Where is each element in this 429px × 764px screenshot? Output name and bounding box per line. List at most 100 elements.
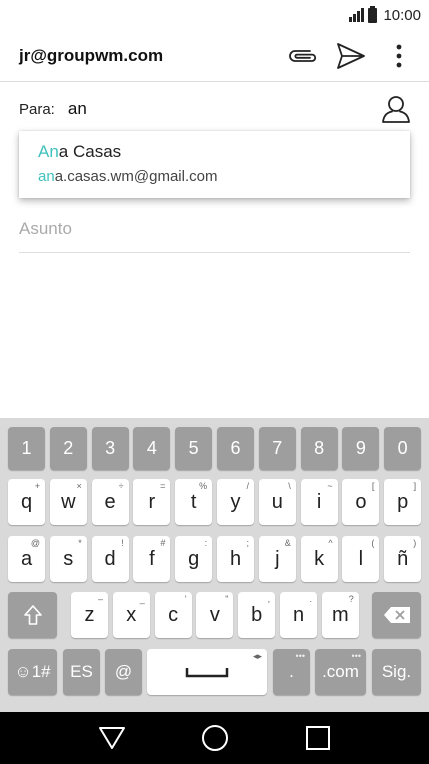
letter-key[interactable]: # f — [133, 536, 171, 582]
recents-button[interactable] — [298, 718, 338, 758]
letter-key[interactable]: ~ i — [300, 479, 338, 525]
key-hint: [ — [371, 481, 375, 491]
key-hint: ' — [184, 594, 187, 604]
number-key[interactable]: 7 — [258, 427, 296, 470]
number-key[interactable]: 8 — [300, 427, 338, 470]
key-hint: ? — [348, 594, 354, 604]
letter-key[interactable]: (l — [342, 536, 380, 582]
battery-icon — [368, 5, 378, 23]
app-actions — [281, 34, 421, 78]
letter-key[interactable]: ÷ e — [91, 479, 129, 525]
keyboard: ☺1# ES @ ◂▸ ••• . ••• .com Sig. 12345678… — [0, 418, 429, 712]
number-key[interactable]: 6 — [217, 427, 254, 470]
letter-key[interactable]: ! d — [91, 536, 129, 582]
suggestion-email: ana.casas.wm@gmail.com — [38, 168, 218, 185]
subject-field[interactable]: Asunto — [19, 205, 410, 253]
key-hint: × — [76, 481, 82, 491]
back-button[interactable] — [92, 718, 132, 758]
to-row: Para: — [19, 88, 410, 130]
letter-key[interactable]: ] p — [384, 479, 422, 525]
key-hint: # — [160, 538, 166, 548]
letter-key[interactable]: ; h — [217, 536, 254, 582]
contact-picker-button[interactable] — [378, 91, 414, 127]
space-icon — [185, 668, 229, 678]
letter-key[interactable]: – z — [71, 592, 108, 638]
number-key[interactable]: 2 — [49, 427, 87, 470]
letter-key[interactable]: @ a — [8, 536, 45, 582]
dotcom-key[interactable]: ••• .com — [315, 649, 366, 695]
key-hint: ] — [413, 481, 417, 491]
status-bar: 10:00 — [0, 0, 429, 30]
letter-key[interactable]: _ x — [112, 592, 150, 638]
home-circle-icon — [201, 725, 228, 751]
back-triangle-icon — [98, 727, 125, 749]
letter-key[interactable]: ? m — [321, 592, 359, 638]
symbols-key[interactable]: ☺1# — [8, 649, 57, 695]
letter-key[interactable]: .n — [280, 592, 317, 638]
letter-key[interactable]: ,b — [238, 592, 276, 638]
navigation-bar — [0, 712, 429, 764]
letter-key[interactable]: × w — [49, 479, 87, 525]
person-icon — [382, 96, 410, 123]
key-hint: % — [199, 481, 208, 491]
letter-key[interactable]: ) ñ — [384, 536, 422, 582]
backspace-key[interactable] — [372, 592, 421, 638]
status-time: 10:00 — [383, 6, 421, 24]
letter-key[interactable]: = r — [133, 479, 171, 525]
letter-key[interactable]: & j — [258, 536, 296, 582]
letter-key[interactable]: + q — [8, 479, 45, 525]
letter-key[interactable]: / y — [217, 479, 254, 525]
letter-key[interactable]: " v — [196, 592, 234, 638]
recents-square-icon — [305, 726, 330, 750]
dot-key[interactable]: ••• . — [273, 649, 310, 695]
letter-key[interactable]: ' c — [154, 592, 192, 638]
key-hint: @ — [30, 538, 40, 548]
letter-key[interactable]: * s — [49, 536, 87, 582]
letter-key[interactable]: ^ k — [300, 536, 338, 582]
number-key[interactable]: 5 — [175, 427, 213, 470]
send-button[interactable] — [329, 34, 373, 78]
contact-suggestion[interactable]: Ana Casas ana.casas.wm@gmail.com — [19, 131, 410, 198]
key-hint: " — [225, 594, 229, 604]
home-button[interactable] — [195, 718, 235, 758]
letter-key[interactable]: % t — [175, 479, 213, 525]
backspace-icon — [383, 607, 410, 623]
more-options-button[interactable] — [377, 34, 421, 78]
shift-icon — [23, 605, 42, 625]
to-input[interactable] — [67, 99, 378, 119]
to-label: Para: — [19, 100, 55, 118]
key-hint: – — [97, 594, 103, 604]
key-hint: & — [284, 538, 291, 548]
key-hint: , — [267, 594, 271, 604]
key-hint: ^ — [328, 538, 333, 548]
attach-button[interactable] — [281, 34, 325, 78]
letter-key[interactable]: \ u — [258, 479, 296, 525]
key-hint: / — [246, 481, 249, 491]
key-hint: * — [78, 538, 82, 548]
number-key[interactable]: 0 — [384, 427, 422, 470]
letter-key[interactable]: [o — [342, 479, 380, 525]
number-key[interactable]: 1 — [8, 427, 45, 470]
at-key[interactable]: @ — [105, 649, 142, 695]
language-key[interactable]: ES — [63, 649, 100, 695]
key-hint: = — [160, 481, 166, 491]
shift-key[interactable] — [8, 592, 57, 638]
space-key[interactable]: ◂▸ — [147, 649, 267, 695]
more-vert-icon — [396, 44, 402, 67]
app-bar: jr@groupwm.com — [0, 30, 429, 82]
number-key[interactable]: 4 — [133, 427, 171, 470]
key-hint: _ — [139, 594, 145, 604]
key-hint: ) — [413, 538, 417, 548]
key-hint: ÷ — [118, 481, 124, 491]
account-email: jr@groupwm.com — [19, 45, 164, 65]
number-key[interactable]: 3 — [91, 427, 129, 470]
key-hint: ; — [246, 538, 249, 548]
number-key[interactable]: 9 — [342, 427, 380, 470]
suggestion-name: Ana Casas — [38, 142, 122, 161]
letter-key[interactable]: :g — [175, 536, 213, 582]
key-hint: : — [204, 538, 208, 548]
next-key[interactable]: Sig. — [372, 649, 421, 695]
key-hint: . — [309, 594, 312, 604]
key-hint: ! — [121, 538, 124, 548]
key-hint: + — [34, 481, 40, 491]
